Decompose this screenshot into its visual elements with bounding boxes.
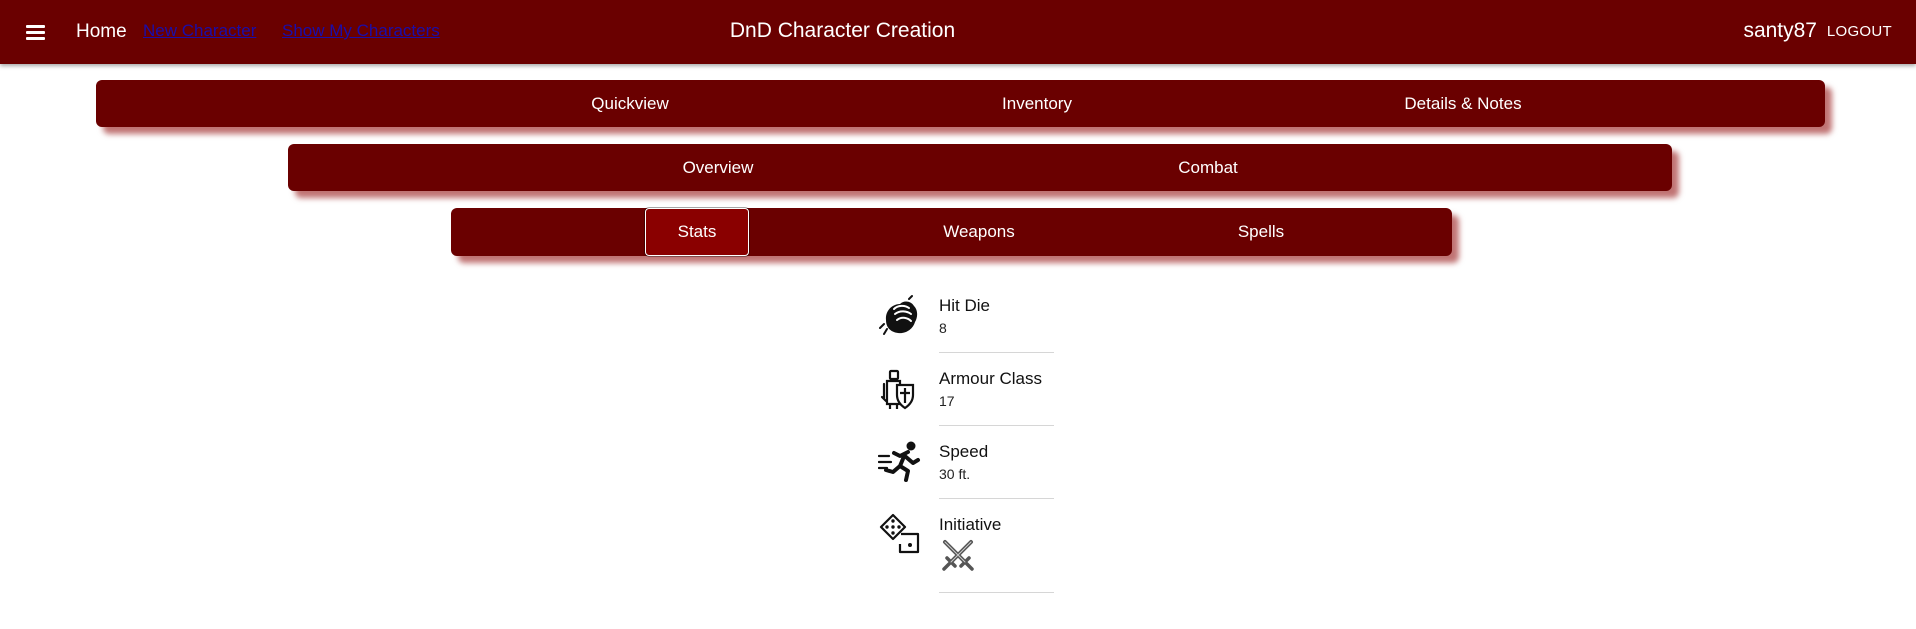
stat-value: 8: [939, 320, 947, 336]
app-bar: Home New Character Show My Characters Dn…: [0, 0, 1916, 64]
list-item-speed: Speed 30 ft.: [878, 426, 1058, 499]
tab-details-notes[interactable]: Details & Notes: [1309, 80, 1617, 127]
tab-spells[interactable]: Spells: [1191, 208, 1331, 256]
crossed-swords-icon: [942, 540, 974, 571]
stat-label: Hit Die: [939, 296, 991, 315]
logout-button[interactable]: LOGOUT: [1827, 23, 1892, 40]
knight-shield-icon: [880, 369, 915, 410]
divider: [939, 592, 1054, 593]
running-man-icon: [878, 441, 920, 482]
stat-value: 30 ft.: [939, 466, 971, 482]
dice-icon: [879, 513, 920, 554]
username: santy87: [1743, 19, 1817, 42]
stat-label: Speed: [939, 442, 989, 461]
tab-combat[interactable]: Combat: [1110, 144, 1306, 191]
stat-label: Initiative: [939, 515, 1002, 534]
stat-label: Armour Class: [939, 369, 1042, 388]
tertiary-tab-bar: Stats Weapons Spells: [451, 208, 1452, 256]
tab-overview[interactable]: Overview: [620, 144, 816, 191]
primary-tab-bar: Quickview Inventory Details & Notes: [96, 80, 1825, 127]
list-item-initiative: Initiative: [878, 499, 1058, 593]
tab-stats[interactable]: Stats: [645, 208, 749, 256]
tab-inventory[interactable]: Inventory: [883, 80, 1191, 127]
tab-weapons[interactable]: Weapons: [893, 208, 1065, 256]
list-item-armour-class: Armour Class 17: [878, 353, 1058, 426]
list-item-hit-die: Hit Die 8: [878, 280, 1058, 353]
stat-value: 17: [939, 393, 955, 409]
fist-icon: [879, 295, 918, 335]
app-title: DnD Character Creation: [729, 19, 956, 42]
secondary-tab-bar: Overview Combat: [288, 144, 1672, 191]
tab-quickview[interactable]: Quickview: [476, 80, 784, 127]
